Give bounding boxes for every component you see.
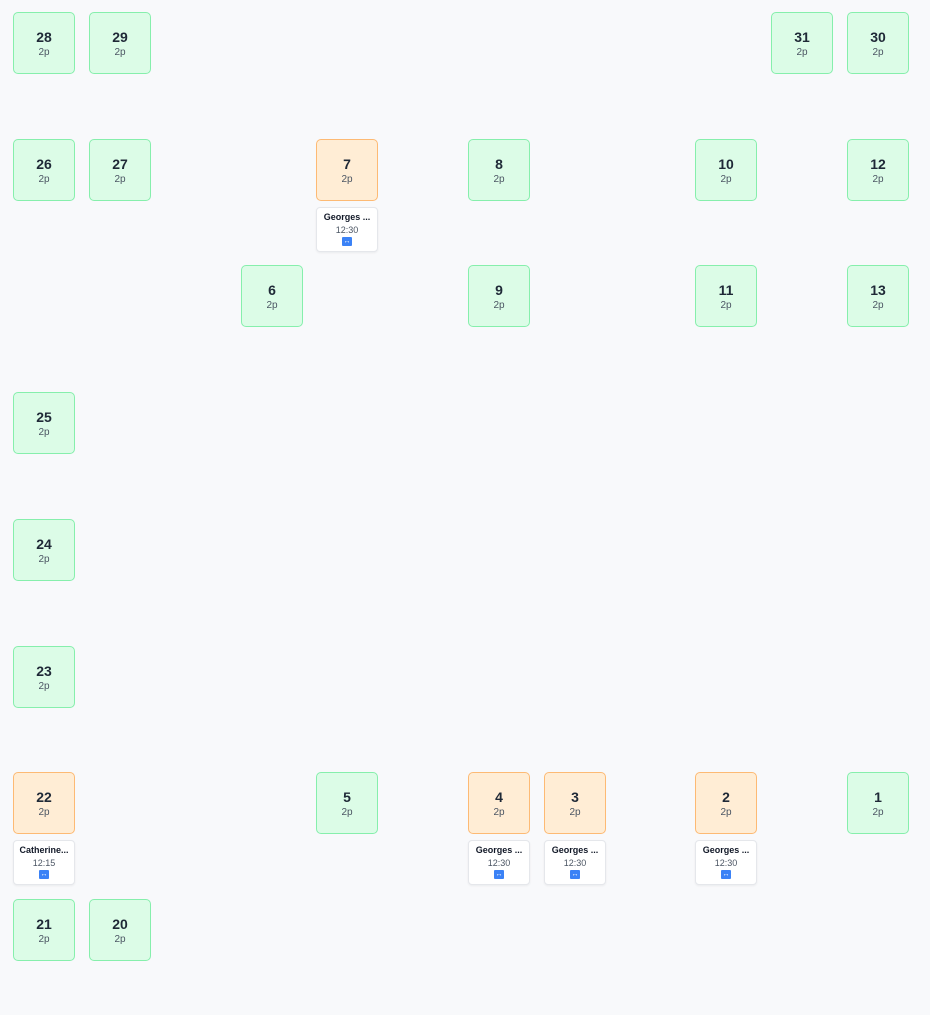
table-22[interactable]: 22 2p bbox=[13, 772, 75, 834]
reservation-time: 12:15 bbox=[32, 858, 56, 868]
table-number: 7 bbox=[343, 155, 351, 172]
reservation-card-table-3[interactable]: Georges ... 12:30 ↔ bbox=[544, 840, 606, 885]
table-capacity: 2p bbox=[720, 806, 732, 818]
table-capacity: 2p bbox=[114, 933, 126, 945]
table-capacity: 2p bbox=[38, 173, 50, 185]
table-number: 29 bbox=[112, 28, 128, 45]
table-number: 21 bbox=[36, 915, 52, 932]
table-capacity: 2p bbox=[720, 173, 732, 185]
table-capacity: 2p bbox=[114, 173, 126, 185]
reservation-guest-name: Georges ... bbox=[702, 845, 750, 855]
reservation-card-table-22[interactable]: Catherine... 12:15 ↔ bbox=[13, 840, 75, 885]
table-capacity: 2p bbox=[341, 806, 353, 818]
table-capacity: 2p bbox=[341, 173, 353, 185]
reservation-card-table-4[interactable]: Georges ... 12:30 ↔ bbox=[468, 840, 530, 885]
table-number: 20 bbox=[112, 915, 128, 932]
table-29[interactable]: 29 2p bbox=[89, 12, 151, 74]
table-number: 2 bbox=[722, 788, 730, 805]
move-table-icon[interactable]: ↔ bbox=[570, 870, 580, 879]
move-table-icon[interactable]: ↔ bbox=[721, 870, 731, 879]
table-1[interactable]: 1 2p bbox=[847, 772, 909, 834]
table-capacity: 2p bbox=[493, 299, 505, 311]
table-20[interactable]: 20 2p bbox=[89, 899, 151, 961]
table-8[interactable]: 8 2p bbox=[468, 139, 530, 201]
table-number: 28 bbox=[36, 28, 52, 45]
table-number: 10 bbox=[718, 155, 734, 172]
table-capacity: 2p bbox=[38, 426, 50, 438]
table-3[interactable]: 3 2p bbox=[544, 772, 606, 834]
reservation-time: 12:30 bbox=[335, 225, 359, 235]
table-number: 13 bbox=[870, 281, 886, 298]
table-number: 4 bbox=[495, 788, 503, 805]
table-capacity: 2p bbox=[114, 46, 126, 58]
table-capacity: 2p bbox=[720, 299, 732, 311]
reservation-card-table-7[interactable]: Georges ... 12:30 ↔ bbox=[316, 207, 378, 252]
table-number: 24 bbox=[36, 535, 52, 552]
reservation-time: 12:30 bbox=[714, 858, 738, 868]
table-28[interactable]: 28 2p bbox=[13, 12, 75, 74]
table-number: 31 bbox=[794, 28, 810, 45]
table-27[interactable]: 27 2p bbox=[89, 139, 151, 201]
reservation-card-table-2[interactable]: Georges ... 12:30 ↔ bbox=[695, 840, 757, 885]
reservation-guest-name: Georges ... bbox=[475, 845, 523, 855]
table-number: 12 bbox=[870, 155, 886, 172]
table-number: 22 bbox=[36, 788, 52, 805]
table-21[interactable]: 21 2p bbox=[13, 899, 75, 961]
move-table-icon[interactable]: ↔ bbox=[494, 870, 504, 879]
table-26[interactable]: 26 2p bbox=[13, 139, 75, 201]
table-capacity: 2p bbox=[872, 46, 884, 58]
table-capacity: 2p bbox=[872, 806, 884, 818]
table-12[interactable]: 12 2p bbox=[847, 139, 909, 201]
table-11[interactable]: 11 2p bbox=[695, 265, 757, 327]
table-number: 3 bbox=[571, 788, 579, 805]
table-capacity: 2p bbox=[38, 46, 50, 58]
reservation-time: 12:30 bbox=[563, 858, 587, 868]
table-7[interactable]: 7 2p bbox=[316, 139, 378, 201]
table-capacity: 2p bbox=[872, 173, 884, 185]
table-capacity: 2p bbox=[38, 933, 50, 945]
table-23[interactable]: 23 2p bbox=[13, 646, 75, 708]
table-number: 23 bbox=[36, 662, 52, 679]
table-capacity: 2p bbox=[796, 46, 808, 58]
table-number: 8 bbox=[495, 155, 503, 172]
table-6[interactable]: 6 2p bbox=[241, 265, 303, 327]
table-24[interactable]: 24 2p bbox=[13, 519, 75, 581]
table-number: 27 bbox=[112, 155, 128, 172]
move-table-icon[interactable]: ↔ bbox=[39, 870, 49, 879]
floor-plan: 28 2p 29 2p 31 2p 30 2p 26 2p 27 2p 7 2p Georges ... 12… bbox=[0, 0, 930, 1015]
reservation-guest-name: Catherine... bbox=[19, 845, 69, 855]
table-number: 1 bbox=[874, 788, 882, 805]
table-capacity: 2p bbox=[493, 173, 505, 185]
table-number: 6 bbox=[268, 281, 276, 298]
table-capacity: 2p bbox=[266, 299, 278, 311]
table-capacity: 2p bbox=[38, 680, 50, 692]
table-5[interactable]: 5 2p bbox=[316, 772, 378, 834]
table-capacity: 2p bbox=[569, 806, 581, 818]
table-number: 30 bbox=[870, 28, 886, 45]
table-number: 11 bbox=[718, 281, 734, 298]
table-13[interactable]: 13 2p bbox=[847, 265, 909, 327]
table-31[interactable]: 31 2p bbox=[771, 12, 833, 74]
reservation-guest-name: Georges ... bbox=[551, 845, 599, 855]
reservation-guest-name: Georges ... bbox=[323, 212, 371, 222]
table-capacity: 2p bbox=[38, 806, 50, 818]
table-10[interactable]: 10 2p bbox=[695, 139, 757, 201]
table-number: 9 bbox=[495, 281, 503, 298]
move-table-icon[interactable]: ↔ bbox=[342, 237, 352, 246]
table-4[interactable]: 4 2p bbox=[468, 772, 530, 834]
table-capacity: 2p bbox=[872, 299, 884, 311]
reservation-time: 12:30 bbox=[487, 858, 511, 868]
table-9[interactable]: 9 2p bbox=[468, 265, 530, 327]
table-30[interactable]: 30 2p bbox=[847, 12, 909, 74]
table-25[interactable]: 25 2p bbox=[13, 392, 75, 454]
table-number: 26 bbox=[36, 155, 52, 172]
table-2[interactable]: 2 2p bbox=[695, 772, 757, 834]
table-number: 25 bbox=[36, 408, 52, 425]
table-capacity: 2p bbox=[38, 553, 50, 565]
table-capacity: 2p bbox=[493, 806, 505, 818]
table-number: 5 bbox=[343, 788, 351, 805]
